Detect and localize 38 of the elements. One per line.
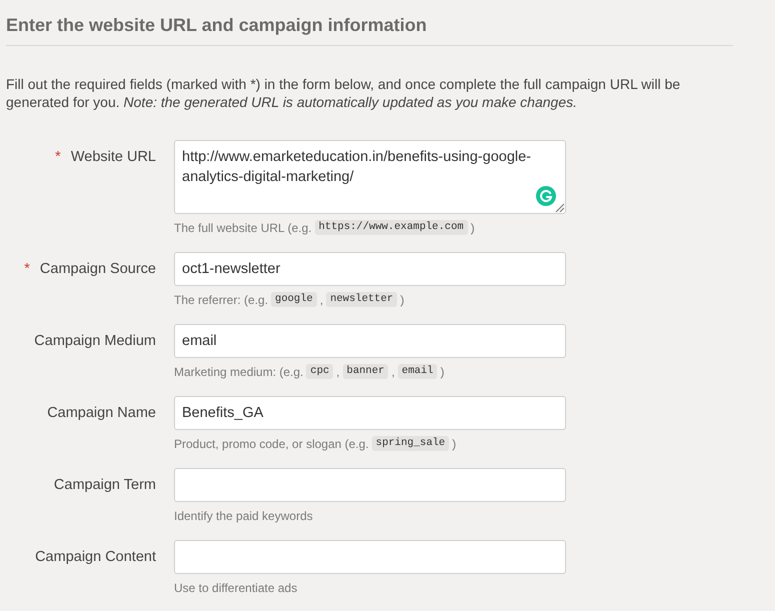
field-label: Campaign Source bbox=[40, 261, 156, 277]
circle-badge-icon[interactable] bbox=[536, 186, 556, 206]
required-mark: * bbox=[55, 149, 61, 165]
code-example: email bbox=[398, 364, 438, 379]
hint-text: ) bbox=[400, 292, 404, 306]
hint-text: , bbox=[391, 364, 395, 378]
hint-text: Use to differentiate ads bbox=[174, 580, 298, 594]
hint-text: The referrer: (e.g. bbox=[174, 292, 268, 306]
field-label: Campaign Medium bbox=[34, 333, 156, 349]
hint-text: Identify the paid keywords bbox=[174, 508, 313, 522]
code-example: banner bbox=[342, 364, 388, 379]
field-label: Website URL bbox=[70, 149, 156, 165]
hint-text: , bbox=[320, 292, 324, 306]
text-field[interactable]: email bbox=[174, 324, 566, 358]
text-field[interactable] bbox=[174, 540, 566, 574]
code-example: newsletter bbox=[326, 292, 398, 307]
text-field[interactable] bbox=[174, 468, 566, 502]
hint-text: ) bbox=[470, 220, 475, 234]
text-field[interactable]: Benefits_GA bbox=[174, 396, 566, 430]
hint-text: The full website URL (e.g. bbox=[174, 220, 312, 234]
code-example: spring_sale bbox=[372, 436, 450, 451]
section-title: Enter the website URL and campaign information bbox=[6, 14, 428, 37]
field-label: Campaign Content bbox=[35, 549, 156, 565]
text-field[interactable]: oct1-newsletter bbox=[174, 252, 566, 286]
hint-text: , bbox=[336, 364, 340, 378]
required-mark: * bbox=[24, 261, 30, 277]
hint-text: Marketing medium: (e.g. bbox=[174, 364, 304, 378]
code-example: cpc bbox=[306, 364, 334, 379]
intro-text: Fill out the required fields (marked with *) in the form below, and once complete the full campaign URL will be generated for you. Note: the generated URL is automatically updated as you make changes. bbox=[6, 75, 682, 111]
hint-text: ) bbox=[440, 364, 444, 378]
code-example: google bbox=[271, 292, 317, 307]
code-example: https://www.example.com bbox=[314, 220, 468, 235]
field-label: Campaign Term bbox=[54, 477, 156, 493]
resize-grip-icon[interactable] bbox=[555, 203, 564, 212]
hint-text: Product, promo code, or slogan (e.g. bbox=[174, 436, 369, 450]
field-label: Campaign Name bbox=[47, 405, 156, 421]
hint-text: ) bbox=[452, 436, 456, 450]
textarea-field[interactable]: http://www.emarketeducation.in/benefits-using-google-analytics-digital-marketing/ bbox=[174, 140, 566, 214]
